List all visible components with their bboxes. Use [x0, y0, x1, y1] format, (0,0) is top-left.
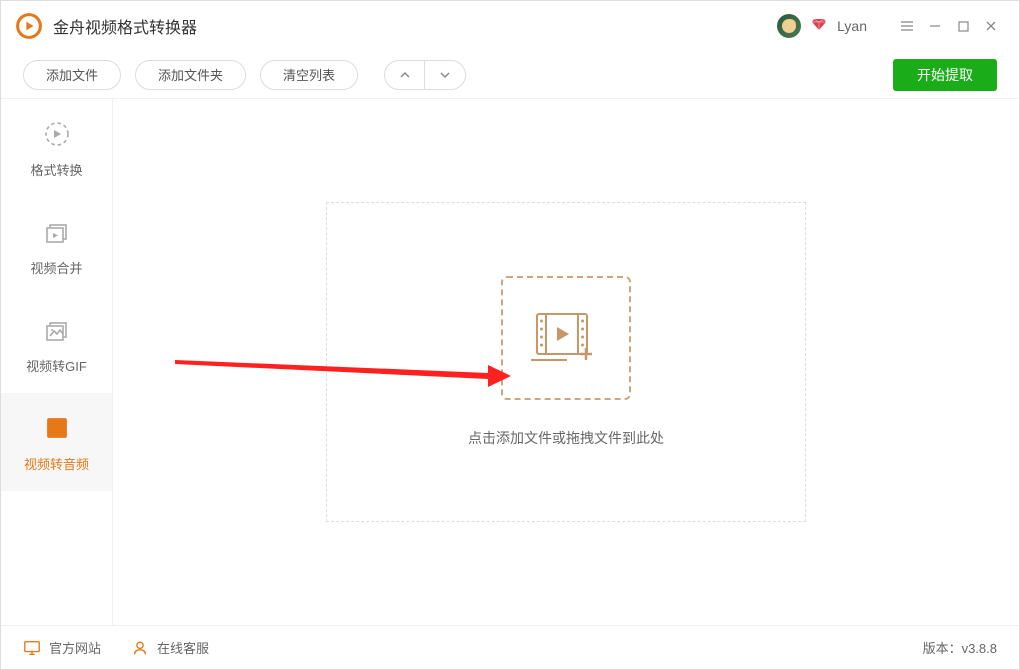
title-left: 金舟视频格式转换器 — [15, 12, 197, 40]
sidebar-item-label: 格式转换 — [30, 160, 82, 179]
avatar[interactable] — [777, 14, 801, 38]
sidebar-item-video-to-audio[interactable]: 视频转音频 — [1, 393, 112, 491]
sidebar-item-video-to-gif[interactable]: 视频转GIF — [1, 295, 112, 393]
body: 格式转换 视频合并 视频转GIF — [1, 99, 1019, 625]
sidebar-item-label: 视频合并 — [30, 258, 82, 277]
online-service-link[interactable]: 在线客服 — [131, 638, 209, 657]
menu-button[interactable] — [893, 12, 921, 40]
official-site-link[interactable]: 官方网站 — [23, 638, 101, 657]
status-label: 官方网站 — [49, 638, 101, 657]
status-label: 在线客服 — [157, 638, 209, 657]
drop-zone-inner — [501, 276, 631, 400]
username[interactable]: Lyan — [837, 18, 867, 34]
move-down-button[interactable] — [425, 61, 465, 89]
sidebar-item-video-merge[interactable]: 视频合并 — [1, 197, 112, 295]
main-area: 点击添加文件或拖拽文件到此处 — [113, 99, 1019, 625]
status-bar: 官方网站 在线客服 版本：v3.8.8 — [1, 625, 1019, 669]
app-logo-icon — [15, 12, 43, 40]
sidebar-item-label: 视频转音频 — [24, 454, 89, 473]
add-folder-button[interactable]: 添加文件夹 — [135, 60, 246, 90]
app-title: 金舟视频格式转换器 — [53, 14, 197, 38]
add-file-button[interactable]: 添加文件 — [23, 60, 121, 90]
nav-arrows — [384, 60, 466, 90]
video-add-icon — [531, 310, 601, 366]
gem-icon — [811, 16, 827, 37]
sidebar: 格式转换 视频合并 视频转GIF — [1, 99, 113, 625]
sidebar-item-format-convert[interactable]: 格式转换 — [1, 99, 112, 197]
close-button[interactable] — [977, 12, 1005, 40]
drop-hint-text: 点击添加文件或拖拽文件到此处 — [468, 428, 664, 448]
maximize-button[interactable] — [949, 12, 977, 40]
title-bar: 金舟视频格式转换器 Lyan — [1, 1, 1019, 51]
version-label: 版本：v3.8.8 — [923, 638, 997, 657]
title-right: Lyan — [777, 12, 1005, 40]
start-extract-button[interactable]: 开始提取 — [893, 59, 997, 91]
minimize-button[interactable] — [921, 12, 949, 40]
window-controls — [893, 12, 1005, 40]
clear-list-button[interactable]: 清空列表 — [260, 60, 358, 90]
move-up-button[interactable] — [385, 61, 425, 89]
toolbar: 添加文件 添加文件夹 清空列表 开始提取 — [1, 51, 1019, 99]
support-icon — [131, 639, 149, 657]
drop-zone[interactable]: 点击添加文件或拖拽文件到此处 — [326, 202, 806, 522]
sidebar-item-label: 视频转GIF — [26, 356, 87, 375]
monitor-icon — [23, 639, 41, 657]
